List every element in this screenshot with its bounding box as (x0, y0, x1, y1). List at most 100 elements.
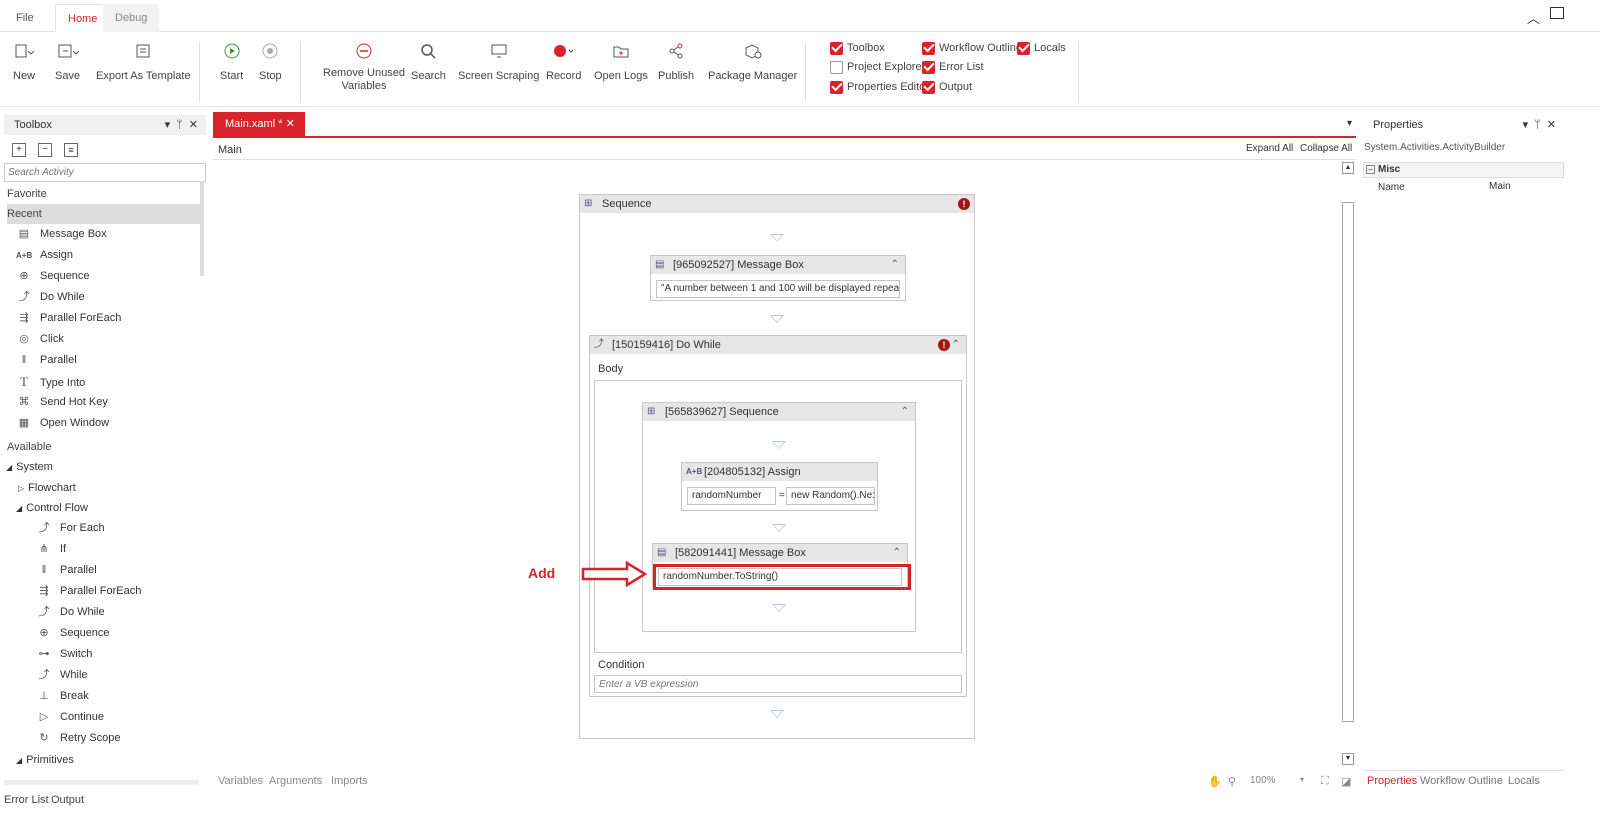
remove-unused-variables-button[interactable]: Remove Unused Variables (323, 38, 405, 93)
collapse-icon[interactable]: ⌃ (901, 403, 909, 421)
list-item[interactable]: ⊶ Switch (4, 644, 199, 665)
assign-header[interactable]: A+B [204805132] Assign (682, 463, 877, 481)
list-item[interactable]: ⤴ Do While (4, 602, 199, 623)
message-box-activity[interactable]: ▤ [582091441] Message Box ⌃ randomNumber… (652, 543, 911, 590)
list-item[interactable]: ⊕ Sequence (4, 266, 199, 287)
drop-target-icon[interactable] (770, 710, 784, 718)
inner-sequence-header[interactable]: ⊞ [565839627] Sequence ⌃ (643, 403, 915, 421)
tab-error-list[interactable]: Error List (4, 794, 49, 806)
list-item[interactable]: ↻ Retry Scope (4, 728, 199, 749)
tree-node-system[interactable]: ◢ System (4, 457, 199, 478)
assign-to-field[interactable]: randomNumber (687, 487, 776, 505)
drop-target-icon[interactable] (772, 604, 786, 612)
drop-target-icon[interactable] (772, 441, 786, 449)
stop-button[interactable]: Stop (259, 38, 282, 83)
name-property-value[interactable]: Main (1489, 181, 1511, 192)
scroll-down-icon[interactable]: ▼ (1342, 753, 1354, 765)
tab-properties[interactable]: Properties (1367, 775, 1417, 787)
toolbox-checkbox[interactable]: Toolbox (830, 40, 885, 56)
list-item[interactable]: ▦ Open Window (4, 413, 199, 434)
list-item[interactable]: T Type Into (4, 371, 199, 392)
list-item[interactable]: ⌘ Send Hot Key (4, 392, 199, 413)
save-button[interactable]: Save (55, 38, 80, 83)
drop-target-icon[interactable] (770, 315, 784, 323)
assign-activity[interactable]: A+B [204805132] Assign randomNumber = ne… (681, 462, 878, 511)
close-icon[interactable]: ✕ (189, 115, 198, 135)
do-while-activity[interactable]: ⤴ [150159416] Do While ! ⌃ Body ⊞ [56583… (589, 335, 967, 697)
list-item[interactable]: ◎ Click (4, 329, 199, 350)
pin-icon[interactable]: ᛘ (1534, 115, 1541, 135)
list-item[interactable]: ⤴ For Each (4, 518, 199, 539)
collapse-ribbon-icon[interactable]: ︿ (1527, 8, 1540, 27)
open-logs-button[interactable]: Open Logs (594, 38, 648, 83)
variables-tab[interactable]: Variables (218, 775, 263, 787)
collapse-all-link[interactable]: Collapse All (1300, 143, 1352, 154)
expand-all-icon[interactable]: + (12, 143, 26, 157)
dropdown-icon[interactable]: ▾ (1523, 115, 1529, 135)
scroll-up-icon[interactable]: ▲ (1342, 162, 1354, 174)
collapse-section-icon[interactable]: − (1366, 165, 1375, 174)
arguments-tab[interactable]: Arguments (269, 775, 322, 787)
project-explorer-checkbox[interactable]: Project Explorer (830, 59, 925, 75)
dropdown-icon[interactable]: ▾ (165, 115, 171, 135)
list-item[interactable]: ⇶ Parallel ForEach (4, 581, 199, 602)
workflow-outline-checkbox[interactable]: Workflow Outline (922, 40, 1022, 56)
zoom-icon[interactable]: ⚲ (1228, 775, 1236, 788)
tree-node-primitives[interactable]: ◢ Primitives (4, 750, 199, 771)
output-checkbox[interactable]: Output (922, 79, 972, 95)
message-box-header[interactable]: ▤ [582091441] Message Box ⌃ (653, 544, 907, 562)
collapse-icon[interactable]: ⌃ (952, 336, 960, 354)
tab-debug[interactable]: Debug (103, 4, 160, 32)
tree-node-control-flow[interactable]: ◢ Control Flow (4, 498, 199, 519)
zoom-dropdown-icon[interactable]: ▾ (1300, 775, 1304, 784)
tree-node-flowchart[interactable]: ▷ Flowchart (4, 478, 199, 499)
properties-editor-checkbox[interactable]: Properties Editor (830, 79, 929, 95)
tab-overflow-icon[interactable]: ▾ (1347, 118, 1352, 129)
list-item[interactable]: A+B Assign (4, 245, 199, 266)
breadcrumb[interactable]: Main (218, 144, 242, 156)
toolbox-scrollbar[interactable] (200, 181, 204, 276)
record-button[interactable]: Record (546, 38, 581, 83)
collapse-all-icon[interactable]: − (38, 143, 52, 157)
toolbox-h-scrollbar[interactable] (4, 780, 199, 785)
favorite-section[interactable]: Favorite (7, 184, 200, 204)
message-box-activity[interactable]: ▤ [965092527] Message Box ⌃ "A number be… (650, 255, 906, 301)
error-list-checkbox[interactable]: Error List (922, 59, 984, 75)
search-button[interactable]: Search (411, 38, 446, 83)
vertical-scrollbar-thumb[interactable] (1342, 202, 1354, 722)
message-box-header[interactable]: ▤ [965092527] Message Box ⌃ (651, 256, 905, 274)
package-manager-button[interactable]: Package Manager (708, 38, 797, 83)
notifications-icon[interactable] (1550, 7, 1564, 19)
close-icon[interactable]: ✕ (1547, 115, 1556, 135)
misc-section[interactable]: − Misc (1363, 162, 1564, 178)
export-template-button[interactable]: Export As Template (96, 38, 191, 83)
tab-main-xaml[interactable]: Main.xaml * ✕ (213, 112, 305, 136)
error-icon[interactable]: ! (958, 198, 970, 210)
overview-icon[interactable]: ◪ (1341, 775, 1351, 788)
pan-hand-icon[interactable]: ✋ (1208, 775, 1222, 788)
tab-workflow-outline[interactable]: Workflow Outline (1420, 775, 1503, 787)
start-button[interactable]: Start (220, 38, 243, 83)
close-tab-icon[interactable]: ✕ (286, 112, 295, 136)
drop-target-icon[interactable] (770, 234, 784, 242)
screen-scraping-button[interactable]: Screen Scraping (458, 38, 539, 83)
recent-section[interactable]: Recent (7, 204, 200, 224)
list-item[interactable]: ▷ Continue (4, 707, 199, 728)
list-item[interactable]: ⤴ While (4, 665, 199, 686)
tab-output[interactable]: Output (51, 794, 84, 806)
sequence-activity[interactable]: ⊞ Sequence ! ▤ [965092527] Message Box ⌃… (579, 194, 975, 739)
assign-value-field[interactable]: new Random().Ne: (786, 487, 875, 505)
collapse-icon[interactable]: ⌃ (891, 256, 899, 274)
list-item[interactable]: ⋔ If (4, 539, 199, 560)
list-item[interactable]: ‖ Parallel (4, 350, 199, 371)
inner-sequence-activity[interactable]: ⊞ [565839627] Sequence ⌃ A+B [204805132]… (642, 402, 916, 632)
list-item[interactable]: ⤴ Do While (4, 287, 199, 308)
pin-icon[interactable]: ᛘ (176, 115, 183, 135)
tab-locals[interactable]: Locals (1508, 775, 1540, 787)
sequence-header[interactable]: ⊞ Sequence ! (580, 195, 974, 213)
new-button[interactable]: New (13, 38, 35, 83)
zoom-level[interactable]: 100% (1250, 775, 1276, 786)
list-item[interactable]: ⇶ Parallel ForEach (4, 308, 199, 329)
imports-tab[interactable]: Imports (331, 775, 368, 787)
tab-file[interactable]: File (4, 4, 46, 32)
